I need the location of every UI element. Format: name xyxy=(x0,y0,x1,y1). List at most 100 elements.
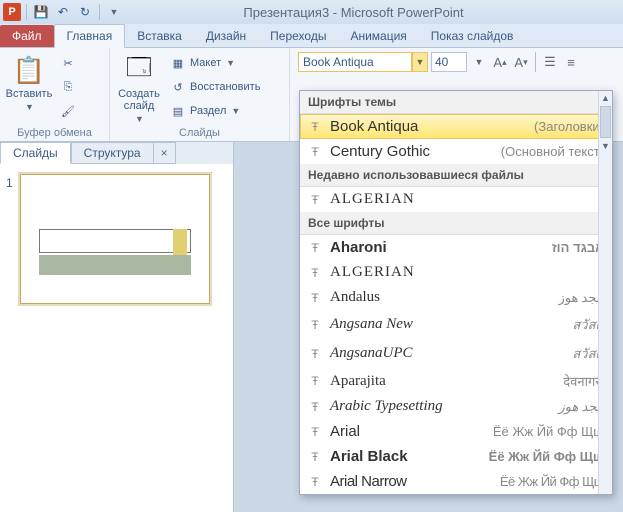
font-name-input[interactable]: Book Antiqua xyxy=(298,52,412,72)
font-option[interactable]: ŦAharoniאבגד הוז xyxy=(300,235,612,260)
thumb-decoration xyxy=(39,255,191,275)
cut-icon: ✂ xyxy=(60,55,76,71)
font-sample: Ёё Жж Йй Фф Щщ xyxy=(489,449,604,464)
font-option[interactable]: ŦAngsanaUPCสวัสดี xyxy=(300,339,612,368)
truetype-icon: Ŧ xyxy=(308,145,322,159)
panel-tabs: Слайды Структура × xyxy=(0,142,233,164)
truetype-icon: Ŧ xyxy=(308,120,322,134)
truetype-icon: Ŧ xyxy=(308,291,322,305)
chevron-down-icon: ▼ xyxy=(135,114,144,124)
undo-icon[interactable]: ↶ xyxy=(53,2,73,22)
font-option[interactable]: ŦArial NarrowЁё Жж Йй Фф Щщ xyxy=(300,469,612,494)
font-name-label: Andalus xyxy=(330,289,550,306)
panel-tab-slides[interactable]: Слайды xyxy=(0,142,71,164)
group-slides: 🗔 Создать слайд ▼ ▦Макет▼ ↺Восстановить … xyxy=(110,48,290,141)
font-name-label: Arabic Typesetting xyxy=(330,398,550,415)
new-slide-label: Создать слайд xyxy=(118,88,160,112)
slides-panel: Слайды Структура × 1 xyxy=(0,142,234,512)
font-dropdown-list[interactable]: Шрифты темы ŦBook Antiqua(Заголовки)ŦCen… xyxy=(299,90,613,495)
tab-transitions[interactable]: Переходы xyxy=(258,25,338,47)
scroll-down-icon[interactable]: ▼ xyxy=(599,139,612,153)
panel-tab-outline[interactable]: Структура xyxy=(71,142,154,164)
new-slide-icon: 🗔 xyxy=(123,54,155,86)
reset-label: Восстановить xyxy=(190,81,260,93)
shrink-font-icon[interactable]: A▾ xyxy=(512,52,530,72)
redo-icon[interactable]: ↻ xyxy=(75,2,95,22)
truetype-icon: Ŧ xyxy=(308,241,322,255)
layout-label: Макет xyxy=(190,57,221,69)
font-sample: Ёё Жж Йй Фф Щщ xyxy=(500,474,604,489)
truetype-icon: Ŧ xyxy=(308,400,322,414)
tab-home[interactable]: Главная xyxy=(54,24,126,48)
truetype-icon: Ŧ xyxy=(308,266,322,280)
paste-button[interactable]: 📋 Вставить ▼ xyxy=(4,50,54,112)
ribbon-tabs: Файл Главная Вставка Дизайн Переходы Ани… xyxy=(0,24,623,48)
font-note: (Основной текст) xyxy=(501,144,604,159)
font-name-combo[interactable]: Book Antiqua ▼ xyxy=(298,50,428,72)
font-size-dropdown-icon[interactable]: ▼ xyxy=(470,52,488,72)
chevron-down-icon: ▼ xyxy=(231,106,240,116)
copy-icon: ⎘ xyxy=(60,79,76,95)
bullets-icon[interactable]: ☰ xyxy=(541,52,559,72)
panel-close-icon[interactable]: × xyxy=(154,142,176,164)
reset-icon: ↺ xyxy=(170,79,186,95)
window-title: Презентация3 - Microsoft PowerPoint xyxy=(124,5,623,20)
font-option[interactable]: ŦALGERIAN xyxy=(300,260,612,285)
group-clipboard: 📋 Вставить ▼ ✂ ⎘ 🖌 Буфер обмена xyxy=(0,48,110,141)
slide-thumbnail[interactable] xyxy=(20,174,210,304)
separator xyxy=(26,4,27,20)
tab-design[interactable]: Дизайн xyxy=(194,25,258,47)
font-option[interactable]: ŦArabic Typesettingأبجد هوز xyxy=(300,394,612,419)
reset-button[interactable]: ↺ Восстановить xyxy=(168,76,262,98)
scroll-thumb[interactable] xyxy=(600,106,611,138)
quick-access-toolbar: P 💾 ↶ ↻ ▼ xyxy=(0,2,124,22)
truetype-icon: Ŧ xyxy=(308,475,322,489)
cut-button[interactable]: ✂ xyxy=(58,52,78,74)
font-option[interactable]: Ŧ ALGERIAN xyxy=(300,187,612,212)
font-name-label: ALGERIAN xyxy=(330,191,604,208)
grow-font-icon[interactable]: A▴ xyxy=(491,52,509,72)
format-painter-button[interactable]: 🖌 xyxy=(58,100,78,122)
font-option[interactable]: Ŧ Arial Black Ёё Жж Йй Фф Щщ xyxy=(300,444,612,469)
app-icon: P xyxy=(2,2,22,22)
font-name-label: Angsana New xyxy=(330,316,564,333)
brush-icon: 🖌 xyxy=(60,103,76,119)
layout-button[interactable]: ▦Макет▼ xyxy=(168,52,262,74)
font-note: (Заголовки) xyxy=(534,119,604,134)
thumbnail-item[interactable]: 1 xyxy=(6,174,227,304)
font-option[interactable]: ŦArialЁё Жж Йй Фф Щщ xyxy=(300,419,612,444)
truetype-icon: Ŧ xyxy=(308,193,322,207)
section-button[interactable]: ▤Раздел▼ xyxy=(168,100,262,122)
scrollbar[interactable]: ▲ ▼ xyxy=(598,91,612,494)
tab-insert[interactable]: Вставка xyxy=(125,25,194,47)
qat-dropdown-icon[interactable]: ▼ xyxy=(104,2,124,22)
font-option[interactable]: ŦAndalusأبجد هوز xyxy=(300,285,612,310)
font-name-label: Arial Black xyxy=(330,448,481,465)
tab-animations[interactable]: Анимация xyxy=(338,25,418,47)
font-option[interactable]: ŦAparajitaदेवनागरी xyxy=(300,368,612,394)
font-option[interactable]: ŦAngsana Newสวัสดี xyxy=(300,310,612,339)
title-bar: P 💾 ↶ ↻ ▼ Презентация3 - Microsoft Power… xyxy=(0,0,623,24)
font-size-input[interactable]: 40 xyxy=(431,52,467,72)
truetype-icon: Ŧ xyxy=(308,318,322,332)
font-section-recent: Недавно использовавшиеся файлы xyxy=(300,164,612,187)
font-dropdown-button[interactable]: ▼ xyxy=(412,52,428,72)
scroll-up-icon[interactable]: ▲ xyxy=(599,91,612,105)
thumb-decoration xyxy=(173,229,187,257)
save-icon[interactable]: 💾 xyxy=(31,2,51,22)
font-section-theme: Шрифты темы xyxy=(300,91,612,114)
layout-icon: ▦ xyxy=(170,55,186,71)
chevron-down-icon: ▼ xyxy=(25,102,34,112)
font-name-label: Century Gothic xyxy=(330,143,493,160)
truetype-icon: Ŧ xyxy=(308,450,322,464)
separator xyxy=(99,4,100,20)
separator xyxy=(535,52,536,72)
thumb-title-placeholder xyxy=(39,229,191,253)
tab-slideshow[interactable]: Показ слайдов xyxy=(419,25,526,47)
copy-button[interactable]: ⎘ xyxy=(58,76,78,98)
numbering-icon[interactable]: ≡ xyxy=(562,52,580,72)
font-option[interactable]: Ŧ Century Gothic (Основной текст) xyxy=(300,139,612,164)
tab-file[interactable]: Файл xyxy=(0,25,54,47)
font-option[interactable]: ŦBook Antiqua(Заголовки) xyxy=(300,114,612,139)
new-slide-button[interactable]: 🗔 Создать слайд ▼ xyxy=(114,50,164,124)
